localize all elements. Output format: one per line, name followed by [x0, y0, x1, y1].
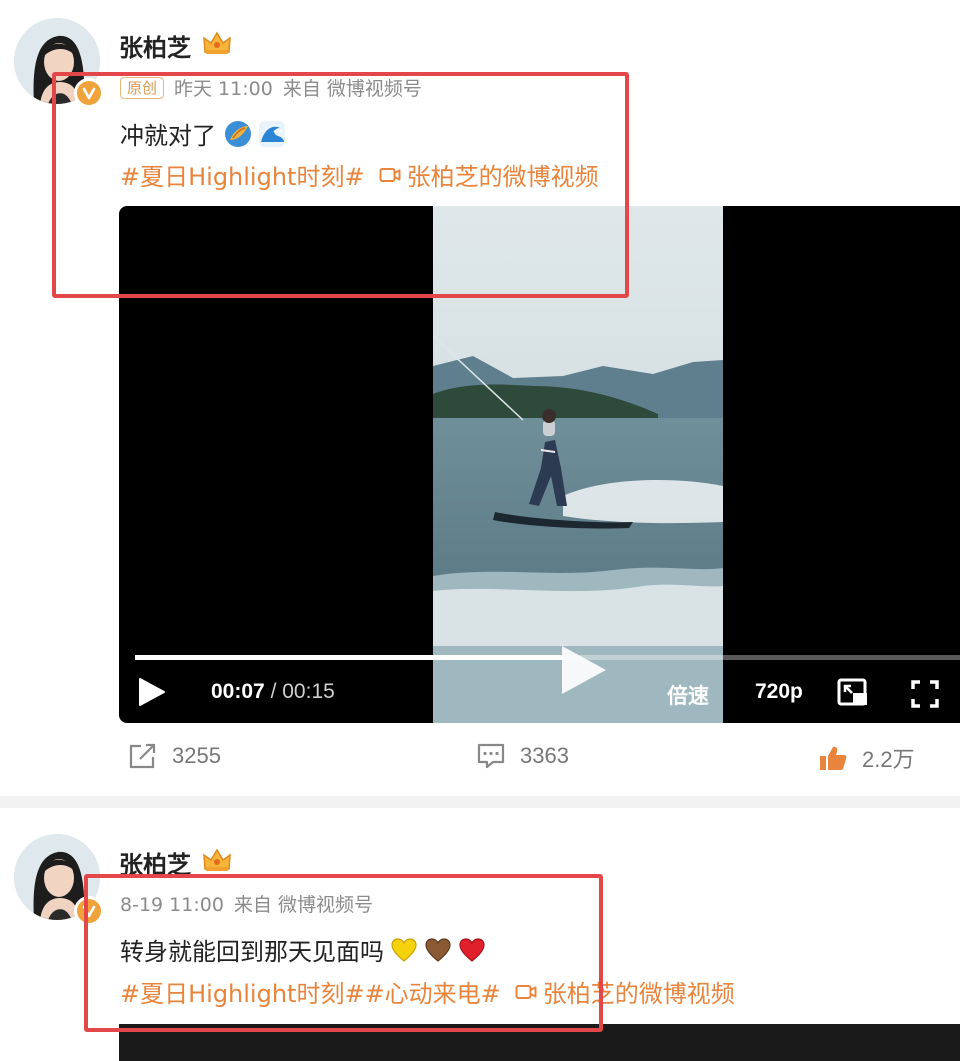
repost-icon	[129, 743, 156, 769]
video-player[interactable]: 00:07 / 00:15 倍速 720p	[119, 206, 960, 723]
author-name[interactable]: 张柏芝	[119, 845, 191, 880]
video-link-label: 张柏芝的微博视频	[406, 163, 599, 191]
current-time: 00:07	[211, 680, 265, 703]
like-icon	[820, 746, 847, 770]
video-link[interactable]: 张柏芝的微博视频	[379, 157, 599, 192]
video-time: 00:07 / 00:15	[211, 680, 335, 703]
yellow-heart-emoji-icon	[391, 937, 417, 962]
vip-crown-icon	[203, 31, 231, 54]
video-progress-fill	[135, 655, 564, 660]
post-time[interactable]: 8-19 11:00	[120, 894, 224, 916]
play-icon[interactable]	[137, 676, 167, 708]
post-content: 冲就对了	[120, 116, 286, 151]
post-source[interactable]: 微博视频号	[278, 894, 373, 916]
post-text: 冲就对了	[120, 122, 216, 150]
quality-button[interactable]: 720p	[755, 680, 803, 704]
post-text: 转身就能回到那天见面吗	[120, 938, 384, 966]
like-button[interactable]: 2.2万	[818, 742, 915, 774]
like-count: 2.2万	[862, 747, 915, 772]
video-player[interactable]	[119, 1024, 960, 1061]
author-name[interactable]: 张柏芝	[119, 28, 191, 63]
speed-button[interactable]: 倍速	[667, 680, 709, 710]
comment-count: 3363	[520, 743, 569, 768]
video-camera-icon	[379, 167, 401, 182]
comment-button[interactable]: 3363	[476, 742, 569, 770]
picture-in-picture-icon[interactable]	[837, 678, 869, 708]
vip-crown-icon	[203, 848, 231, 871]
topic-link[interactable]: #夏日Highlight时刻##心动来电#	[120, 974, 501, 1009]
video-camera-icon	[515, 984, 537, 999]
post-content: 转身就能回到那天见面吗	[120, 932, 486, 967]
post-topics: #夏日Highlight时刻##心动来电# 张柏芝的微博视频	[120, 974, 735, 1009]
repost-button[interactable]: 3255	[128, 742, 221, 770]
fullscreen-icon[interactable]	[911, 680, 939, 708]
post-time[interactable]: 昨天 11:00	[174, 78, 273, 100]
red-heart-emoji-icon	[459, 937, 485, 962]
post-source[interactable]: 微博视频号	[327, 78, 422, 100]
post-topics: #夏日Highlight时刻# 张柏芝的微博视频	[120, 157, 599, 192]
original-tag: 原创	[120, 77, 165, 99]
video-progress-bar[interactable]	[135, 655, 960, 660]
brown-heart-emoji-icon	[425, 937, 451, 962]
weibo-post-1: 张柏芝 原创 昨天 11:00 来自 微博视频号 冲就对了 #夏日Highlight…	[0, 0, 960, 796]
repost-count: 3255	[172, 743, 221, 768]
verified-badge-icon	[74, 896, 104, 926]
wave-emoji-icon	[259, 120, 285, 147]
topic-link[interactable]: #夏日Highlight时刻#	[120, 157, 365, 192]
duration: 00:15	[282, 680, 335, 703]
video-link[interactable]: 张柏芝的微博视频	[515, 974, 735, 1009]
verified-badge-icon	[74, 78, 104, 108]
comment-icon	[477, 743, 505, 769]
surfboard-emoji-icon	[225, 120, 251, 147]
center-play-icon[interactable]	[552, 640, 612, 700]
post-meta: 原创 昨天 11:00 来自 微博视频号	[120, 74, 422, 101]
post-meta: 8-19 11:00 来自 微博视频号	[120, 894, 373, 916]
video-link-label: 张柏芝的微博视频	[542, 980, 735, 1008]
weibo-post-2: 张柏芝 8-19 11:00 来自 微博视频号 转身就能回到那天见面吗 #夏日Hi…	[0, 808, 960, 1061]
